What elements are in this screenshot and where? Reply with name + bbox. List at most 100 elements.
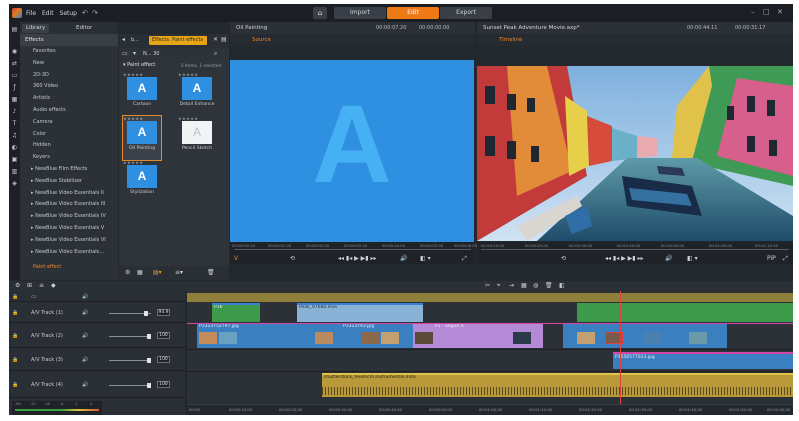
- track-name[interactable]: A/V Track (2): [31, 333, 63, 339]
- tree-item-collapsed[interactable]: ▸ NewBlue Stabilizer: [20, 176, 118, 188]
- tree-item-collapsed[interactable]: ▸ NewBlue Video Essentials...: [20, 247, 118, 259]
- marker-icon[interactable]: V: [234, 255, 238, 262]
- video-clip[interactable]: P16: [212, 303, 260, 322]
- volume-value[interactable]: 100: [157, 332, 170, 339]
- menu-setup[interactable]: Setup: [60, 10, 77, 17]
- add-track-icon[interactable]: ⊞: [27, 282, 32, 289]
- snap-icon[interactable]: ⌖: [497, 282, 500, 290]
- track-view-icon[interactable]: ▭: [31, 294, 36, 300]
- volume-value[interactable]: 94.9: [157, 309, 170, 316]
- music-icon[interactable]: ♪: [11, 108, 18, 115]
- source-scrubber[interactable]: 00:00:00.00 00:00:01.00 00:00:02.00 00:0…: [230, 242, 477, 264]
- fullscreen-icon[interactable]: ⤢: [462, 255, 467, 263]
- color-icon[interactable]: ◍: [533, 282, 538, 289]
- ripple-icon[interactable]: ⇥: [509, 282, 514, 289]
- track-name[interactable]: A/V Track (4): [31, 382, 63, 388]
- timeline-viewer[interactable]: [477, 66, 793, 241]
- source-viewer[interactable]: A: [230, 60, 474, 242]
- volume-slider[interactable]: [109, 334, 151, 339]
- sort-label[interactable]: N... 30: [143, 51, 159, 57]
- fullscreen-icon[interactable]: ⤢: [783, 255, 788, 263]
- source-position[interactable]: 00:00:00.00: [419, 22, 449, 34]
- tree-heading[interactable]: Effects: [20, 34, 118, 46]
- tab-edit[interactable]: Edit: [387, 7, 439, 19]
- transport-controls[interactable]: ◂◂ ▮◂ ▶ ▶▮ ▸▸: [338, 255, 377, 262]
- video-clip[interactable]: P1 - Segue A: [413, 324, 543, 348]
- transitions-icon[interactable]: ⇄: [11, 60, 18, 67]
- list-icon[interactable]: ≡▾: [175, 269, 183, 276]
- effect-thumbnail-selected[interactable]: ★★★★★ A Oil Painting: [122, 115, 162, 161]
- filter-icon[interactable]: ▥: [11, 168, 18, 175]
- effect-thumbnail[interactable]: ★★★★★ A Cartoon: [123, 72, 161, 116]
- tree-item[interactable]: Hidden: [20, 140, 118, 152]
- tree-item[interactable]: 2D-3D: [20, 70, 118, 82]
- trash-icon[interactable]: 🗑: [545, 282, 553, 289]
- effect-thumbnail[interactable]: ★★★★★ A Detail Enhance: [178, 72, 216, 116]
- zoom-icon[interactable]: ◧: [559, 282, 565, 289]
- volume-knob[interactable]: [146, 358, 151, 363]
- transport-controls[interactable]: ◂◂ ▮◂ ▶ ▶▮ ▸▸: [605, 255, 644, 262]
- panel-menu-icon[interactable]: ▤: [221, 36, 227, 43]
- tree-item[interactable]: Keyers: [20, 152, 118, 164]
- speaker-icon[interactable]: 🔊: [82, 310, 88, 316]
- mix-icon[interactable]: ▦: [521, 282, 527, 289]
- video-clip[interactable]: P1313752797.jpg: [197, 324, 313, 348]
- tab-import[interactable]: Import: [334, 7, 386, 19]
- tree-item[interactable]: Artistic: [20, 93, 118, 105]
- tree-item-collapsed[interactable]: ▸ NewBlue Video Essentials IV: [20, 211, 118, 223]
- settings-icon[interactable]: ⚙: [125, 269, 130, 276]
- project-position[interactable]: 00:00:31.17: [735, 22, 765, 34]
- volume-knob[interactable]: [146, 383, 151, 388]
- volume-icon[interactable]: 🔊: [400, 255, 407, 262]
- playhead[interactable]: [620, 291, 621, 415]
- speaker-icon[interactable]: 🔊: [82, 294, 88, 300]
- video-clip[interactable]: [563, 324, 727, 348]
- sound-icon[interactable]: ♫: [11, 132, 18, 139]
- audio-clip[interactable]: shutterstock_feelmcm.Instrumental.m4a: [322, 373, 793, 397]
- tree-item[interactable]: Color: [20, 129, 118, 141]
- close-panel-icon[interactable]: ✕: [213, 36, 218, 43]
- tab-editor[interactable]: Editor: [72, 24, 96, 33]
- fx-icon[interactable]: ƒ: [11, 84, 18, 91]
- maximize-icon[interactable]: □: [763, 8, 770, 16]
- undo-icon[interactable]: ↶: [82, 9, 88, 17]
- tree-item-collapsed[interactable]: ▸ NewBlue Video Essentials V: [20, 223, 118, 235]
- tree-item[interactable]: 360 Video: [20, 81, 118, 93]
- speaker-icon[interactable]: 🔊: [82, 357, 88, 363]
- lock-icon[interactable]: 🔒: [12, 382, 18, 388]
- lock-icon[interactable]: 🔒: [12, 310, 18, 316]
- search-icon[interactable]: ⌕: [214, 50, 217, 58]
- volume-slider[interactable]: [109, 358, 151, 363]
- close-icon[interactable]: ✕: [777, 8, 783, 16]
- pip-button[interactable]: PiP: [767, 255, 776, 262]
- effects-icon[interactable]: ◉: [11, 48, 18, 55]
- home-button[interactable]: ⌂: [313, 7, 327, 19]
- tree-item-collapsed[interactable]: ▸ NewBlue Film Effects: [20, 164, 118, 176]
- tab-source[interactable]: Source: [230, 34, 475, 46]
- video-clip[interactable]: P1556577013.jpg: [613, 352, 793, 369]
- loop-icon[interactable]: ⟲: [290, 255, 295, 262]
- track-name[interactable]: A/V Track (1): [31, 310, 63, 316]
- effect-thumbnail[interactable]: ★★★★★ A Pencil Sketch: [178, 116, 216, 160]
- speaker-icon[interactable]: 🔊: [82, 333, 88, 339]
- tree-item[interactable]: Camera: [20, 117, 118, 129]
- marker-icon[interactable]: ◆: [51, 282, 56, 289]
- tree-item-selected[interactable]: Paint effect: [20, 262, 118, 274]
- volume-knob[interactable]: [143, 311, 148, 316]
- volume-knob[interactable]: [146, 334, 151, 339]
- effects-path-dropdown[interactable]: Effects. Paint effects: [149, 36, 207, 45]
- timeline-ruler[interactable]: 00:00 00:00:10.00 00:00:20.00 00:00:30.0…: [187, 404, 793, 415]
- lock-icon[interactable]: 🔒: [12, 357, 18, 363]
- grid-view-icon[interactable]: ▦: [137, 269, 143, 276]
- tree-item[interactable]: Favorites: [20, 46, 118, 58]
- volume-slider[interactable]: [109, 383, 151, 388]
- redo-icon[interactable]: ↷: [92, 9, 98, 17]
- text-icon[interactable]: T: [11, 120, 18, 127]
- menu-file[interactable]: File: [26, 10, 36, 17]
- titles-icon[interactable]: ▭: [11, 72, 18, 79]
- split-icon[interactable]: ◧ ▾: [420, 255, 431, 262]
- filter-icon[interactable]: ▾: [133, 50, 136, 57]
- settings-icon[interactable]: ⚙: [15, 282, 20, 289]
- tab-export[interactable]: Export: [440, 7, 492, 19]
- tree-item-collapsed[interactable]: ▸ NewBlue Video Essentials III: [20, 199, 118, 211]
